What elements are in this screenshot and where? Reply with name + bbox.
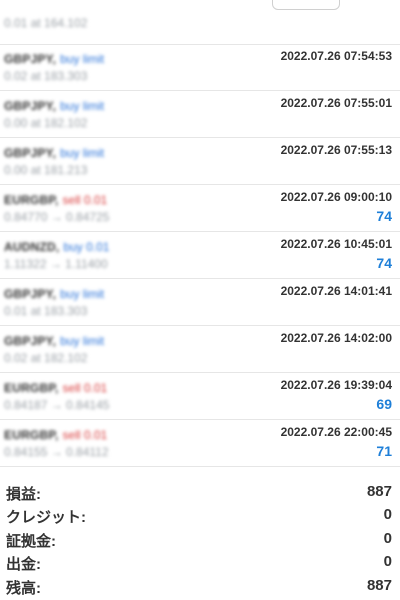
trade-time: 2022.07.26 07:54:53 bbox=[280, 49, 392, 63]
trade-info: GBPJPY, buy limit 0.02 at 182.102 bbox=[4, 332, 174, 366]
trade-time: 2022.07.26 07:55:13 bbox=[280, 143, 392, 157]
trade-detail: 0.02 at 183.303 bbox=[4, 69, 88, 83]
history-row[interactable]: EURGBP, sell 0.01 0.84155 → 0.84112 2022.07… bbox=[0, 420, 400, 467]
history-row[interactable]: EURGBP, sell 0.01 0.84770 → 0.84725 2022.07… bbox=[0, 185, 400, 232]
summary-label: 証拠金: bbox=[6, 532, 56, 550]
trade-detail: 1.11322 → 1.11400 bbox=[4, 257, 108, 271]
trade-info: GBPJPY, buy limit 0.02 at 183.303 bbox=[4, 50, 174, 84]
trade-detail: 0.84770 → 0.84725 bbox=[4, 210, 110, 224]
trade-time: 2022.07.26 07:55:01 bbox=[280, 96, 392, 110]
trade-info: EURGBP, sell 0.01 0.84155 → 0.84112 bbox=[4, 426, 174, 460]
account-summary: 損益: 887 クレジット: 0 証拠金: 0 出金: 0 残高: 887 bbox=[0, 482, 400, 599]
trade-detail: 0.01 at 164.102 bbox=[4, 16, 88, 30]
trade-detail: 0.02 at 182.102 bbox=[4, 351, 88, 365]
trade-time: 2022.07.26 19:39:04 bbox=[280, 378, 392, 392]
summary-row: 出金: 0 bbox=[0, 552, 400, 575]
order-type-label: sell 0.01 bbox=[62, 381, 108, 395]
order-type-label: sell 0.01 bbox=[62, 193, 108, 207]
history-row[interactable]: GBPJPY, buy limit 0.02 at 183.303 2022.07.2… bbox=[0, 44, 400, 91]
history-row[interactable]: GBPJPY, buy limit 0.02 at 182.102 2022.07.2… bbox=[0, 326, 400, 373]
order-type-label: sell 0.01 bbox=[62, 428, 108, 442]
trade-time: 2022.07.26 22:00:45 bbox=[280, 425, 392, 439]
summary-value: 0 bbox=[383, 553, 392, 571]
symbol-label: GBPJPY, bbox=[4, 52, 57, 66]
trade-time: 2022.07.26 10:45:01 bbox=[280, 237, 392, 251]
trade-profit: 71 bbox=[376, 443, 392, 459]
order-type-label: buy limit bbox=[60, 146, 105, 160]
order-type-label: buy limit bbox=[60, 287, 105, 301]
symbol-label: GBPJPY, bbox=[4, 287, 57, 301]
order-type-label: buy limit bbox=[60, 99, 105, 113]
order-type-label: buy 0.01 bbox=[63, 240, 110, 254]
summary-value: 0 bbox=[383, 506, 392, 524]
symbol-label: GBPJPY, bbox=[4, 334, 57, 348]
trade-info: GBPJPY, buy limit 0.00 at 181.213 bbox=[4, 144, 174, 178]
history-row-partial[interactable]: 0.01 at 164.102 bbox=[0, 0, 400, 45]
history-list: GBPJPY, buy limit 0.02 at 183.303 2022.07.2… bbox=[0, 44, 400, 467]
symbol-label: EURGBP, bbox=[4, 428, 59, 442]
summary-value: 0 bbox=[383, 529, 392, 547]
summary-label: 出金: bbox=[6, 556, 41, 574]
history-row[interactable]: AUDNZD, buy 0.01 1.11322 → 1.11400 2022.07.… bbox=[0, 232, 400, 279]
symbol-label: AUDNZD, bbox=[4, 240, 60, 254]
order-type-label: buy limit bbox=[60, 334, 105, 348]
trade-info: EURGBP, sell 0.01 0.84770 → 0.84725 bbox=[4, 191, 174, 225]
trade-time: 2022.07.26 14:01:41 bbox=[280, 284, 392, 298]
summary-row: 証拠金: 0 bbox=[0, 529, 400, 552]
trade-profit: 74 bbox=[376, 208, 392, 224]
summary-label: 残高: bbox=[6, 579, 41, 597]
symbol-label: EURGBP, bbox=[4, 381, 59, 395]
trade-info: EURGBP, sell 0.01 0.84187 → 0.84145 bbox=[4, 379, 174, 413]
history-screen: 0.01 at 164.102 GBPJPY, buy limit 0.02 at … bbox=[0, 0, 400, 600]
trade-detail: 0.01 at 183.303 bbox=[4, 304, 88, 318]
trade-profit: 69 bbox=[376, 396, 392, 412]
summary-label: 損益: bbox=[6, 486, 41, 503]
symbol-label: GBPJPY, bbox=[4, 146, 57, 160]
history-row[interactable]: EURGBP, sell 0.01 0.84187 → 0.84145 2022.07… bbox=[0, 373, 400, 420]
symbol-label: EURGBP, bbox=[4, 193, 59, 207]
summary-row: クレジット: 0 bbox=[0, 505, 400, 528]
order-type-label: buy limit bbox=[60, 52, 105, 66]
trade-time: 2022.07.26 14:02:00 bbox=[280, 331, 392, 345]
trade-detail: 0.00 at 182.102 bbox=[4, 116, 88, 130]
trade-info: GBPJPY, buy limit 0.00 at 182.102 bbox=[4, 97, 174, 131]
trade-detail: 0.84155 → 0.84112 bbox=[4, 445, 109, 459]
summary-row: 損益: 887 bbox=[0, 482, 400, 505]
trade-detail: 0.84187 → 0.84145 bbox=[4, 398, 110, 412]
history-row[interactable]: GBPJPY, buy limit 0.00 at 181.213 2022.07.2… bbox=[0, 138, 400, 185]
trade-time: 2022.07.26 09:00:10 bbox=[280, 190, 392, 204]
top-control-pill[interactable] bbox=[272, 0, 340, 10]
trade-info: AUDNZD, buy 0.01 1.11322 → 1.11400 bbox=[4, 238, 174, 272]
trade-detail: 0.00 at 181.213 bbox=[4, 163, 88, 177]
summary-value: 887 bbox=[366, 483, 392, 500]
summary-value: 887 bbox=[366, 576, 392, 594]
trade-profit: 74 bbox=[376, 255, 392, 271]
summary-row: 残高: 887 bbox=[0, 576, 400, 599]
summary-label: クレジット: bbox=[6, 509, 86, 527]
trade-info: GBPJPY, buy limit 0.01 at 183.303 bbox=[4, 285, 174, 319]
history-row[interactable]: GBPJPY, buy limit 0.00 at 182.102 2022.07.2… bbox=[0, 91, 400, 138]
symbol-label: GBPJPY, bbox=[4, 99, 57, 113]
history-row[interactable]: GBPJPY, buy limit 0.01 at 183.303 2022.07.2… bbox=[0, 279, 400, 326]
